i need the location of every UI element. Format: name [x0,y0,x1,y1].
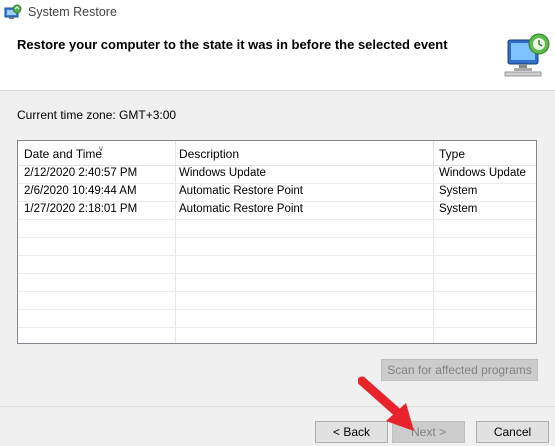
system-restore-icon [4,4,22,19]
cell-description: Automatic Restore Point [179,203,304,215]
table-row[interactable]: 1/27/2020 2:18:01 PM Automatic Restore P… [18,202,536,220]
empty-row [18,274,536,292]
column-header-description[interactable]: Description [179,147,239,161]
cell-date: 2/6/2020 10:49:44 AM [24,185,137,197]
page-header: Restore your computer to the state it wa… [0,28,555,91]
empty-row [18,310,536,328]
window-title: System Restore [28,5,117,19]
empty-row [18,292,536,310]
sort-caret-icon: ∨ [98,144,104,153]
empty-row [18,256,536,274]
table-row[interactable]: 2/12/2020 2:40:57 PM Windows Update Wind… [18,166,536,184]
page-title: Restore your computer to the state it wa… [17,37,448,52]
cell-type: System [439,203,478,215]
cell-description: Automatic Restore Point [179,185,304,197]
footer-divider [0,406,555,407]
empty-row [18,220,536,238]
red-annotation-arrow-icon [358,376,414,431]
cancel-button[interactable]: Cancel [476,421,549,443]
cell-description: Windows Update [179,167,266,179]
monitor-restore-icon [504,33,550,77]
timezone-label: Current time zone: GMT+3:00 [17,108,177,122]
list-header: ∨ Date and Time Description Type [18,141,536,166]
column-header-date[interactable]: ∨ Date and Time [24,144,104,161]
cell-type: Windows Update [439,167,526,179]
cell-date: 2/12/2020 2:40:57 PM [24,167,138,179]
cell-type: System [439,185,478,197]
restore-points-list[interactable]: ∨ Date and Time Description Type 2/12/20… [17,140,537,344]
empty-row [18,238,536,256]
table-row[interactable]: 2/6/2020 10:49:44 AM Automatic Restore P… [18,184,536,202]
title-bar: System Restore [0,0,555,29]
column-header-type[interactable]: Type [439,147,465,161]
cell-date: 1/27/2020 2:18:01 PM [24,203,138,215]
empty-row [18,328,536,343]
